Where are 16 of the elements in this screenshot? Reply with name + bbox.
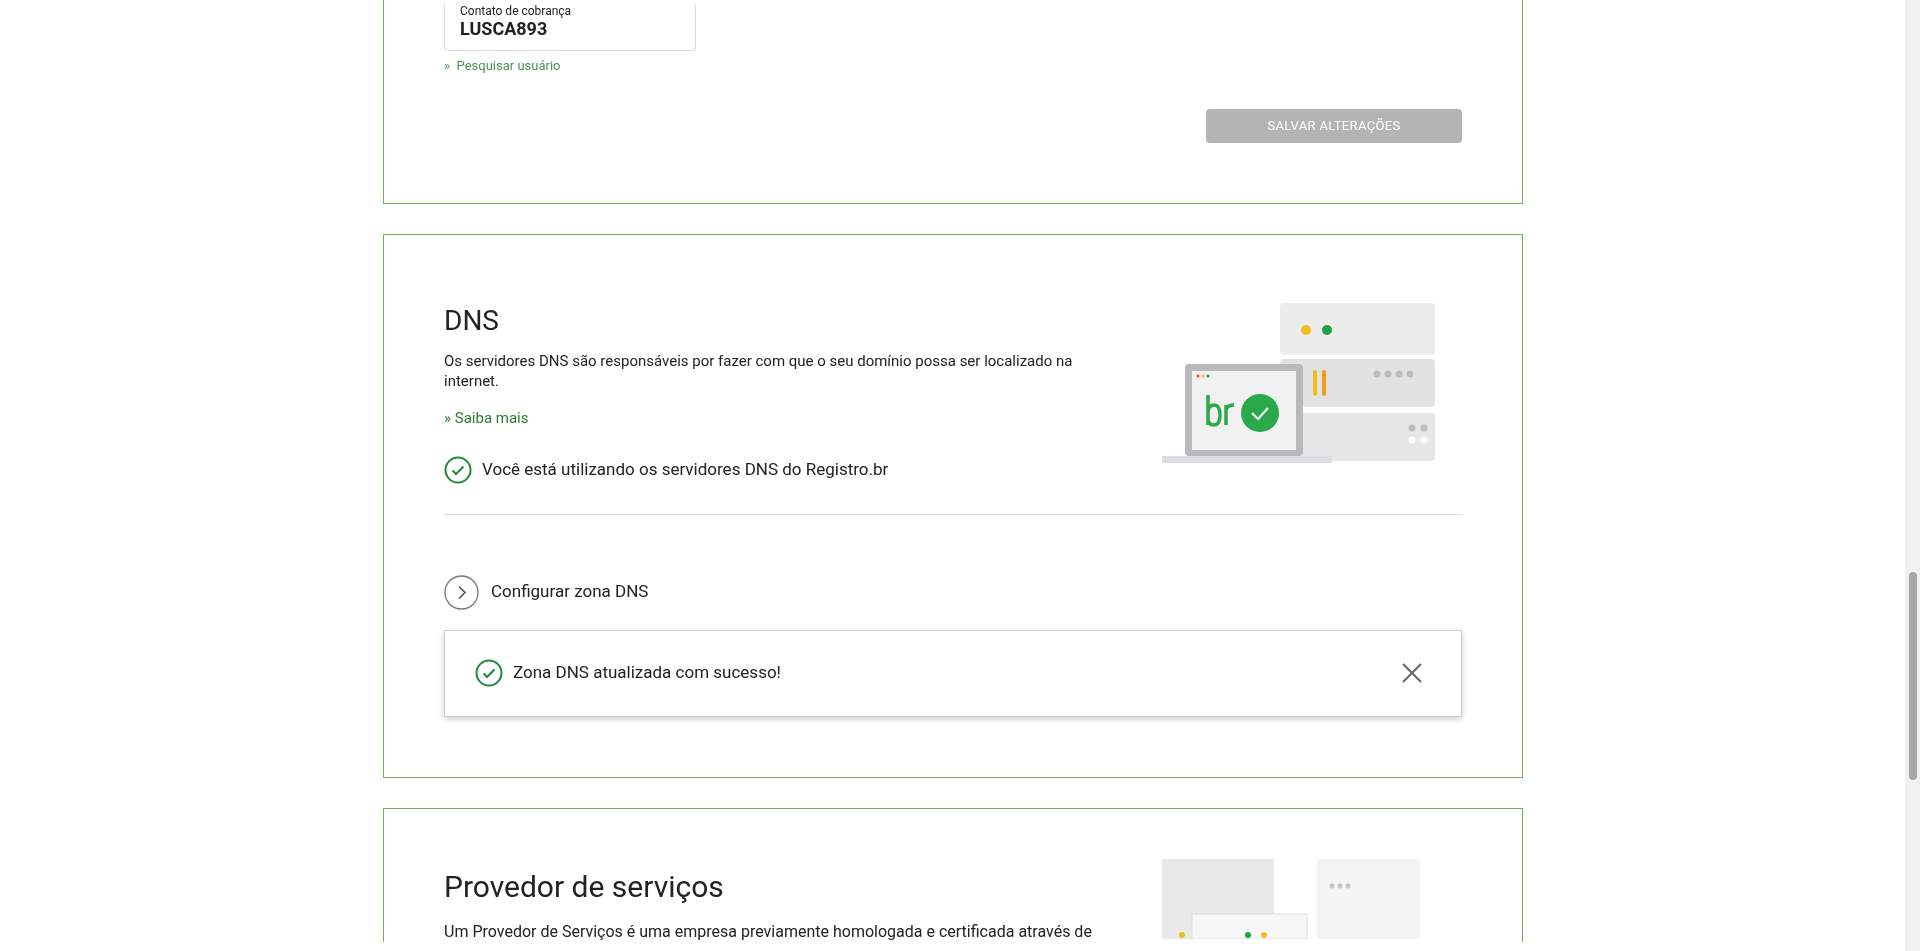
configure-dns-toggle[interactable]: Configurar zona DNS xyxy=(444,574,649,610)
search-user-link[interactable]: » Pesquisar usuário xyxy=(444,56,561,76)
learn-more-link[interactable]: » Saiba mais xyxy=(444,407,529,430)
toast-message: Zona DNS atualizada com sucesso! xyxy=(513,661,782,685)
section-description: Os servidores DNS são responsáveis por fazer com que o seu domínio possa ser localizado na internet. xyxy=(444,351,1074,391)
scrollbar-thumb[interactable] xyxy=(1909,572,1917,780)
close-icon[interactable] xyxy=(1401,662,1423,684)
field-label: Contato de cobrança xyxy=(460,4,573,18)
section-title: Provedor de serviços xyxy=(444,868,725,905)
section-title: DNS xyxy=(444,303,500,339)
chevron-circle-icon xyxy=(444,574,479,610)
check-circle-icon xyxy=(444,455,472,484)
section-description: Um Provedor de Serviços é uma empresa previamente homologada e certificada através de xyxy=(444,920,1093,942)
check-circle-icon xyxy=(475,659,503,687)
status-text: Você está utilizando os servidores DNS do Registro.br xyxy=(482,457,889,481)
field-value: LUSCA893 xyxy=(460,18,549,40)
